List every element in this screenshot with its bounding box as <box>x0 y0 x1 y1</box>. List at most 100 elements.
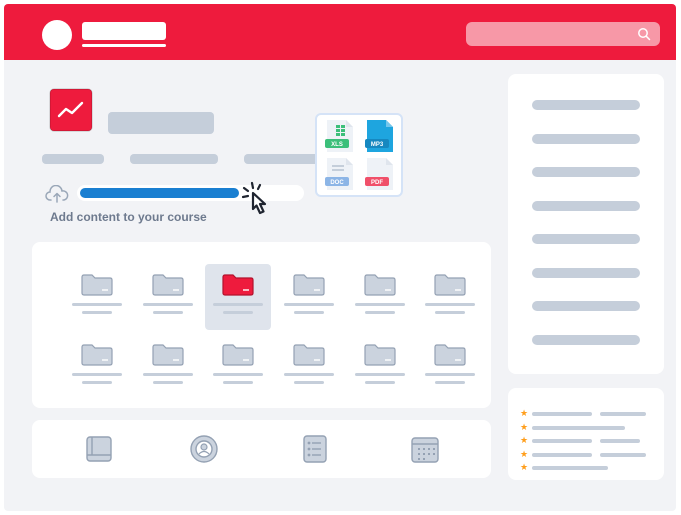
folder-item[interactable] <box>135 334 201 400</box>
sidebar-item-placeholder[interactable] <box>532 167 640 177</box>
folder-meta-placeholder <box>294 311 324 314</box>
calendar-icon[interactable] <box>410 434 440 464</box>
folder-icon <box>364 274 396 296</box>
mp3-file-icon[interactable]: MP3 <box>365 119 395 153</box>
rating-line-placeholder <box>532 452 592 457</box>
file-label: PDF <box>371 180 383 186</box>
user-badge-icon[interactable] <box>189 434 219 464</box>
folder-label-placeholder <box>213 373 263 376</box>
folder-meta-placeholder <box>153 311 183 314</box>
folder-meta-placeholder <box>82 381 112 384</box>
file-label: MP3 <box>371 142 384 148</box>
folder-icon <box>152 274 184 296</box>
star-icon: ★ <box>520 408 529 418</box>
star-icon: ★ <box>520 421 529 432</box>
folder-item[interactable] <box>276 334 342 400</box>
folder-icon <box>293 274 325 296</box>
folder-item[interactable] <box>64 334 130 400</box>
folder-label-placeholder <box>213 303 263 306</box>
sidebar-item-placeholder[interactable] <box>532 200 640 211</box>
file-types-card: XLS MP3 DOC PDF <box>315 113 403 197</box>
course-meta-placeholder <box>42 154 104 164</box>
folder-item[interactable] <box>64 264 130 330</box>
sidebar-item-placeholder[interactable] <box>532 301 640 311</box>
sidebar-item-placeholder[interactable] <box>532 234 640 244</box>
folder-meta-placeholder <box>294 381 324 384</box>
cloud-upload-icon <box>45 185 69 203</box>
folder-label-placeholder <box>355 303 405 306</box>
file-label: XLS <box>331 142 343 148</box>
folder-meta-placeholder <box>365 311 395 314</box>
rating-line-placeholder <box>600 439 640 443</box>
course-title-placeholder <box>108 112 214 134</box>
xls-file-icon[interactable]: XLS <box>325 119 355 153</box>
folder-item[interactable] <box>205 334 271 400</box>
chart-trend-icon[interactable] <box>49 88 93 132</box>
folder-item[interactable] <box>135 264 201 330</box>
sidebar-panel <box>508 74 664 374</box>
folder-icon <box>81 344 113 366</box>
rating-line-placeholder <box>532 466 608 470</box>
folder-icon <box>293 344 325 366</box>
folder-meta-placeholder <box>153 381 183 384</box>
folder-meta-placeholder <box>365 381 395 384</box>
logo-icon[interactable] <box>42 20 72 50</box>
search-input[interactable] <box>466 22 660 46</box>
folders-grid <box>32 242 491 408</box>
folder-label-placeholder <box>143 303 193 306</box>
pdf-file-icon[interactable]: PDF <box>365 157 395 191</box>
file-label: DOC <box>330 180 344 186</box>
search-icon[interactable] <box>637 27 651 41</box>
doc-file-icon[interactable]: DOC <box>325 157 355 191</box>
folder-icon <box>222 274 254 296</box>
folder-meta-placeholder <box>435 381 465 384</box>
logo-underline <box>82 44 166 47</box>
sidebar-item-placeholder[interactable] <box>532 133 640 144</box>
rating-row: ★ <box>520 421 650 433</box>
ratings-card: ★ ★ ★ ★ ★ <box>508 388 664 480</box>
folder-item[interactable] <box>347 334 413 400</box>
star-icon: ★ <box>520 435 529 445</box>
folder-item-selected[interactable] <box>205 264 271 330</box>
tools-bar <box>32 420 491 478</box>
folder-icon <box>222 344 254 366</box>
folder-label-placeholder <box>284 373 334 376</box>
logo-wordmark-placeholder[interactable] <box>82 22 166 40</box>
rating-row: ★ <box>520 448 650 460</box>
rating-line-placeholder <box>532 412 592 416</box>
folder-meta-placeholder <box>223 311 253 314</box>
folder-label-placeholder <box>425 373 475 376</box>
star-icon: ★ <box>520 462 529 472</box>
sidebar-item-placeholder[interactable] <box>532 267 640 278</box>
folder-meta-placeholder <box>82 311 112 314</box>
rating-row: ★ <box>520 462 650 473</box>
sidebar-item-placeholder[interactable] <box>532 100 640 110</box>
app-window: Add content to your course XLS MP3 DOC P… <box>4 4 676 511</box>
course-meta-placeholder <box>130 154 218 164</box>
folder-item[interactable] <box>417 264 483 330</box>
folder-icon <box>434 274 466 296</box>
folder-icon <box>364 344 396 366</box>
rating-row: ★ <box>520 435 650 446</box>
rating-line-placeholder <box>532 439 592 443</box>
hand-pointer-click-icon <box>241 181 267 215</box>
rating-line-placeholder <box>532 425 625 430</box>
folder-item[interactable] <box>417 334 483 400</box>
rating-line-placeholder <box>600 452 646 457</box>
rating-row: ★ <box>520 408 650 419</box>
folder-icon <box>434 344 466 366</box>
folder-label-placeholder <box>355 373 405 376</box>
folder-icon <box>81 274 113 296</box>
rating-line-placeholder <box>600 412 646 416</box>
folder-item[interactable] <box>347 264 413 330</box>
sidebar-item-placeholder[interactable] <box>532 334 640 345</box>
book-icon[interactable] <box>84 434 114 464</box>
star-icon: ★ <box>520 448 529 459</box>
folder-meta-placeholder <box>223 381 253 384</box>
checklist-icon[interactable] <box>300 434 330 464</box>
course-caption: Add content to your course <box>50 210 207 224</box>
folder-label-placeholder <box>425 303 475 306</box>
folder-label-placeholder <box>72 373 122 376</box>
upload-progress-fill <box>80 188 239 198</box>
folder-item[interactable] <box>276 264 342 330</box>
